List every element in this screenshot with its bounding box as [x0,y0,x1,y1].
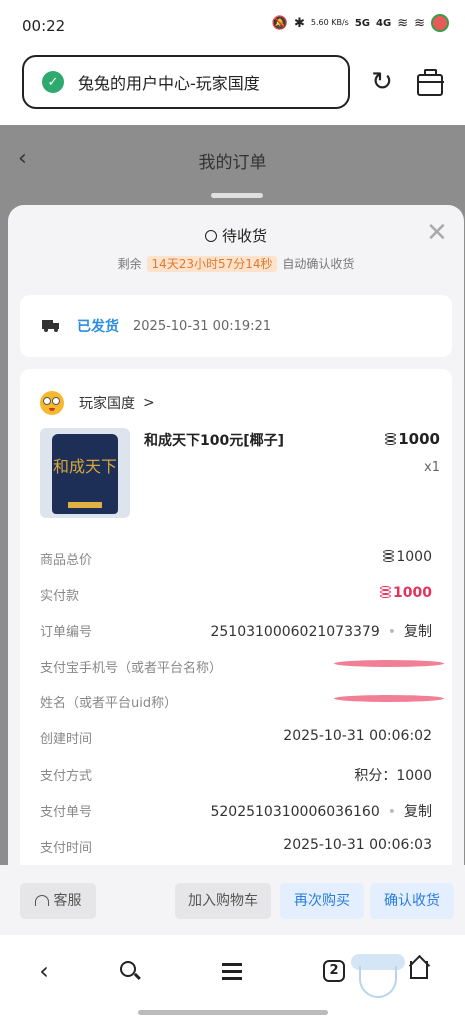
coin-icon [379,586,392,599]
detail-label: 支付时间 [40,841,93,856]
copy-button[interactable]: 复制 [404,624,432,640]
headset-icon [34,895,49,906]
nav-back-button[interactable]: ‹ [24,953,64,989]
nav-menu-button[interactable] [212,953,252,989]
menu-icon [222,963,242,966]
shipping-card[interactable]: 已发货 2025-10-31 00:19:21 [20,295,452,357]
detail-label: 姓名（或者平台uid称） [40,696,178,711]
net-speed: 5.60 KB/s [310,18,349,27]
truck-icon [42,320,60,332]
clock-icon [204,230,217,242]
close-icon[interactable]: ✕ [426,218,448,248]
hotspot-icon: ≋ [414,15,425,31]
detail-row: 创建时间 2025-10-31 00:06:02 [40,728,432,748]
detail-row: 支付时间 2025-10-31 00:06:03 [40,837,432,857]
mascot-icon[interactable] [349,946,407,1002]
product-image[interactable]: 和成天下 [40,428,130,518]
redacted-value [334,695,444,702]
detail-row: 实付款 1000 [40,585,432,605]
watermelon-icon [431,14,449,32]
wifi-icon: ≋ [397,15,409,31]
shop-name: 玩家国度 [79,396,135,412]
secure-shield-icon: ✓ [42,71,64,93]
status-bar: 00:22 🔕 ✱ 5.60 KB/s 5G 4G ≋ ≋ [0,0,465,50]
mute-icon: 🔕 [271,15,288,31]
page-title: 我的订单 [198,153,267,173]
detail-value: 2025-10-31 00:06:03 [283,837,432,853]
copy-button[interactable]: 复制 [404,804,432,820]
confirm-receipt-button[interactable]: 确认收货 [370,883,454,919]
detail-value: 5202510310006036160 • 复制 [210,804,432,820]
bluetooth-icon: ✱ [293,15,305,31]
signal-4g-icon: 4G [376,17,392,29]
shipping-status: 已发货 [77,319,119,335]
product-price: 1000 [384,430,440,448]
detail-label: 创建时间 [40,732,93,747]
status-icons: 🔕 ✱ 5.60 KB/s 5G 4G ≋ ≋ [272,14,449,32]
coin-icon [384,433,397,446]
product-image-text: 和成天下 [52,457,117,476]
detail-label: 实付款 [40,589,80,604]
redacted-value [334,660,444,667]
detail-row: 姓名（或者平台uid称） [40,692,444,712]
nav-search-button[interactable] [110,953,150,989]
detail-row: 商品总价 1000 [40,549,432,569]
customer-service-button[interactable]: 客服 [20,883,96,919]
page-url-title: 兔兔的用户中心-玩家国度 [78,74,260,93]
home-indicator[interactable] [138,1010,328,1015]
detail-row: 订单编号 2510310006021073379 • 复制 [40,621,432,641]
sheet-drag-handle[interactable] [211,193,263,198]
detail-label: 支付单号 [40,805,93,820]
address-bar[interactable]: ✓ 兔兔的用户中心-玩家国度 [22,55,350,109]
back-arrow-icon: ‹ [39,957,49,985]
detail-row: 支付宝手机号（或者平台名称） [40,657,444,677]
add-to-cart-button[interactable]: 加入购物车 [175,883,271,919]
chevron-right-icon: > [143,395,155,411]
toolbox-button[interactable] [414,66,446,98]
detail-value: 2510310006021073379 • 复制 [210,624,432,640]
detail-value: 积分：1000 [354,768,432,784]
coin-icon [382,550,395,563]
signal-5g-icon: 5G [354,17,371,29]
order-detail-sheet: 待收货 ✕ 剩余 14天23小时57分14秒 自动确认收货 已发货 2025-1… [8,205,464,935]
shipping-time: 2025-10-31 00:19:21 [133,318,272,334]
shop-link[interactable]: 玩家国度 > [40,391,155,415]
nav-tabs-button[interactable]: 2 [314,953,354,989]
detail-value: 2025-10-31 00:06:02 [283,728,432,744]
detail-value: 1000 [382,549,432,565]
detail-label: 支付宝手机号（或者平台名称） [40,661,223,676]
detail-label: 商品总价 [40,553,93,568]
detail-value: 1000 [379,585,432,601]
countdown-timer: 14天23小时57分14秒 [147,256,277,272]
order-card: 玩家国度 > 和成天下 和成天下100元[椰子] 1000 x1 商品总价 100… [20,369,452,935]
clock-time: 00:22 [22,17,66,35]
product-quantity: x1 [424,460,440,475]
shop-avatar [40,391,64,415]
action-bar: 客服 加入购物车 再次购买 确认收货 [0,865,465,935]
auto-confirm-countdown: 剩余 14天23小时57分14秒 自动确认收货 [117,256,355,272]
buy-again-button[interactable]: 再次购买 [280,883,364,919]
product-name[interactable]: 和成天下100元[椰子] [144,430,284,450]
detail-row: 支付单号 5202510310006036160 • 复制 [40,801,432,821]
detail-row: 支付方式 积分：1000 [40,765,432,785]
detail-label: 支付方式 [40,769,93,784]
reload-button[interactable]: ↻ [366,66,398,98]
tabs-count: 2 [323,960,345,982]
order-status-title: 待收货 [8,225,464,246]
detail-label: 订单编号 [40,625,93,640]
